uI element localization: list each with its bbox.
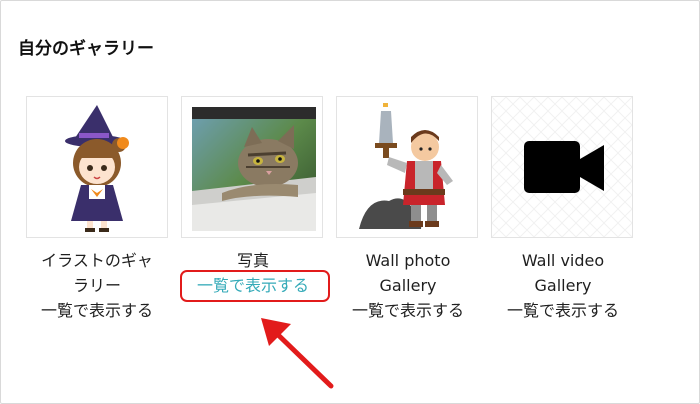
gallery-name-line: Wall photo (365, 251, 451, 270)
halloween-girl-illustration (65, 105, 129, 232)
gallery-thumb-photo[interactable] (181, 96, 323, 238)
gallery-name-line: ラリー (72, 276, 121, 295)
gallery-name-line: イラストのギャ (41, 251, 153, 270)
warrior-illustration (359, 103, 453, 229)
gallery-name-line: Gallery (534, 276, 592, 295)
highlight-box (180, 270, 330, 302)
gallery-thumb-illustration[interactable] (26, 96, 168, 238)
gallery-name-line: Wall video (521, 251, 605, 270)
view-list-link[interactable]: 一覧で表示する (329, 298, 487, 323)
gallery-caption-wall-video: Wall video Gallery 一覧で表示する (484, 248, 642, 323)
gallery-caption-wall-photo: Wall photo Gallery 一覧で表示する (329, 248, 487, 323)
page-title: 自分のギャラリー (18, 39, 154, 59)
video-camera-icon (492, 97, 632, 237)
gallery-thumb-wall-video[interactable] (491, 96, 633, 238)
cat-photo (192, 107, 316, 231)
gallery-caption-illustration: イラストのギャ ラリー 一覧で表示する (18, 248, 176, 323)
gallery-thumb-wall-photo[interactable] (336, 96, 478, 238)
gallery-name-line: Gallery (379, 276, 437, 295)
view-list-link[interactable]: 一覧で表示する (18, 298, 176, 323)
view-list-link[interactable]: 一覧で表示する (484, 298, 642, 323)
red-arrow-icon (261, 318, 334, 389)
